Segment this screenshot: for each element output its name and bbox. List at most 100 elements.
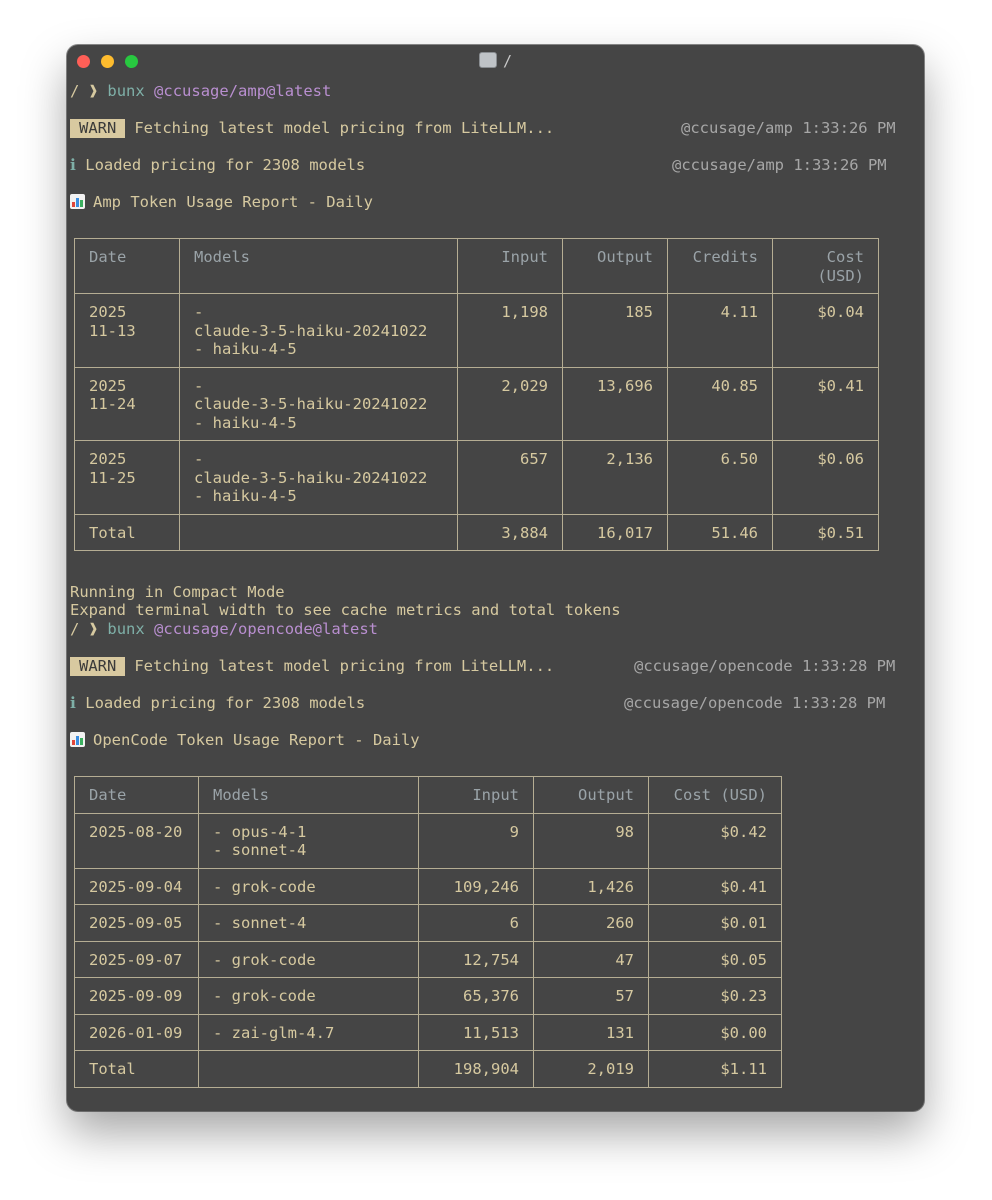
models-cell	[198, 1050, 419, 1088]
cost-cell: $0.41	[648, 867, 782, 905]
column-header: Cost (USD)	[772, 238, 879, 294]
title-bar: /	[67, 45, 924, 79]
disk-icon	[478, 52, 497, 68]
models-cell: - grok-code	[198, 977, 419, 1015]
total-output-cell: 2,019	[533, 1050, 649, 1088]
table-header-row: Date Models Input Output Credits Cost (USD)	[74, 238, 879, 294]
cost-cell: $0.01	[648, 904, 782, 942]
bar-chart-icon	[70, 732, 85, 747]
amp-prompt-line: / ❱ bunx @ccusage/amp@latest	[70, 82, 332, 100]
output-cell: 131	[533, 1013, 649, 1051]
opencode-warn-line: WARN Fetching latest model pricing from L…	[70, 657, 554, 676]
total-input-cell: 198,904	[418, 1050, 534, 1088]
models-cell-line: - haiku-4-5	[194, 340, 297, 358]
window-title: /	[67, 52, 924, 70]
output-cell: 185	[562, 293, 668, 368]
credits-cell: 40.85	[667, 366, 773, 441]
opencode-report-title: OpenCode Token Usage Report - Daily	[70, 731, 420, 750]
models-cell-line: - zai-glm-4.7	[213, 1023, 335, 1042]
input-cell: 9	[418, 812, 534, 869]
terminal-window: / / ❱ bunx @ccusage/amp@latest WARN Fetch…	[67, 45, 924, 1111]
table-row: 2025 11-25- claude-3-5-haiku-20241022- hai…	[74, 440, 879, 515]
models-cell-line: - grok-code	[213, 877, 316, 896]
input-cell: 657	[457, 440, 563, 515]
date-cell: 2025-09-07	[74, 940, 199, 978]
total-row: Total 3,884 16,017 51.46 $0.51	[74, 513, 879, 551]
total-credits-cell: 51.46	[667, 513, 773, 551]
input-cell: 109,246	[418, 867, 534, 905]
opencode-info-meta: @ccusage/opencode 1:33:28 PM	[624, 694, 886, 712]
credits-cell: 4.11	[667, 293, 773, 368]
opencode-warn-meta: @ccusage/opencode 1:33:28 PM	[634, 657, 896, 675]
total-cost-cell: $1.11	[648, 1050, 782, 1088]
models-cell-line: - opus-4-1	[213, 822, 307, 841]
amp-warn-line: WARN Fetching latest model pricing from L…	[70, 119, 554, 138]
total-row: Total 198,904 2,019 $1.11	[74, 1050, 782, 1088]
output-cell: 57	[533, 977, 649, 1015]
column-header: Input	[457, 238, 563, 294]
table-row: 2025-09-05 - sonnet-4 6 260 $0.01	[74, 904, 782, 942]
total-label: Total	[74, 513, 180, 551]
output-cell: 98	[533, 812, 649, 869]
amp-info-line: ℹ Loaded pricing for 2308 models	[70, 156, 366, 174]
column-header: Credits	[667, 238, 773, 294]
models-cell-line: claude-3-5-haiku-20241022	[194, 468, 428, 487]
output-cell: 13,696	[562, 366, 668, 441]
column-header: Cost (USD)	[648, 776, 782, 814]
table-row: 2025 11-13- claude-3-5-haiku-20241022- hai…	[74, 293, 879, 368]
output-cell: 47	[533, 940, 649, 978]
column-header: Output	[562, 238, 668, 294]
input-cell: 65,376	[418, 977, 534, 1015]
table-header-row: Date Models Input Output Cost (USD)	[74, 776, 782, 814]
models-cell: - claude-3-5-haiku-20241022- haiku-4-5	[179, 293, 458, 368]
models-cell-line: - haiku-4-5	[194, 487, 297, 505]
amp-usage-table: Date Models Input Output Credits Cost (USD) 2…	[74, 238, 879, 551]
models-cell: - zai-glm-4.7	[198, 1013, 419, 1051]
output-cell: 1,426	[533, 867, 649, 905]
info-icon: ℹ	[70, 156, 76, 174]
cost-cell: $0.00	[648, 1013, 782, 1051]
models-cell: - claude-3-5-haiku-20241022- haiku-4-5	[179, 366, 458, 441]
date-cell-line: 11-24	[89, 395, 136, 413]
amp-info-meta: @ccusage/amp 1:33:26 PM	[672, 156, 887, 174]
info-icon: ℹ	[70, 694, 76, 712]
warn-badge: WARN	[70, 657, 126, 676]
models-cell-line: -	[194, 450, 204, 468]
table-row: 2026-01-09 - zai-glm-4.7 11,513 131 $0.00	[74, 1013, 782, 1051]
compact-mode-line: Running in Compact Mode	[70, 583, 285, 601]
models-cell: - opus-4-1- sonnet-4	[198, 812, 419, 869]
date-cell: 2025-09-04	[74, 867, 199, 905]
total-output-cell: 16,017	[562, 513, 668, 551]
column-header: Models	[198, 776, 419, 814]
models-cell-line: -	[194, 303, 204, 321]
cost-cell: $0.42	[648, 812, 782, 869]
date-cell-line: 11-13	[89, 321, 136, 340]
credits-cell: 6.50	[667, 440, 773, 515]
date-cell: 2025 11-13	[74, 293, 180, 368]
models-cell-line: - haiku-4-5	[194, 413, 297, 432]
input-cell: 6	[418, 904, 534, 942]
date-cell: 2025-08-20	[74, 812, 199, 869]
cost-cell: $0.05	[648, 940, 782, 978]
opencode-prompt-line: / ❱ bunx @ccusage/opencode@latest	[70, 620, 379, 638]
date-cell-line: 2025	[89, 376, 127, 395]
models-cell: - grok-code	[198, 867, 419, 905]
opencode-usage-table: Date Models Input Output Cost (USD) 2025-08-…	[74, 776, 782, 1088]
models-cell-line: - sonnet-4	[213, 914, 307, 932]
models-cell: - sonnet-4	[198, 904, 419, 942]
date-cell: 2025-09-09	[74, 977, 199, 1015]
input-cell: 1,198	[457, 293, 563, 368]
date-cell: 2025-09-05	[74, 904, 199, 942]
warn-badge: WARN	[70, 119, 126, 138]
cost-cell: $0.23	[648, 977, 782, 1015]
amp-report-title: Amp Token Usage Report - Daily	[70, 193, 373, 212]
opencode-info-line: ℹ Loaded pricing for 2308 models	[70, 694, 366, 712]
date-cell-line: 11-25	[89, 468, 136, 487]
input-cell: 12,754	[418, 940, 534, 978]
total-cost-cell: $0.51	[772, 513, 879, 551]
input-cell: 11,513	[418, 1013, 534, 1051]
cost-cell: $0.41	[772, 366, 879, 441]
total-label: Total	[74, 1050, 199, 1088]
models-cell-line: claude-3-5-haiku-20241022	[194, 395, 428, 413]
input-cell: 2,029	[457, 366, 563, 441]
